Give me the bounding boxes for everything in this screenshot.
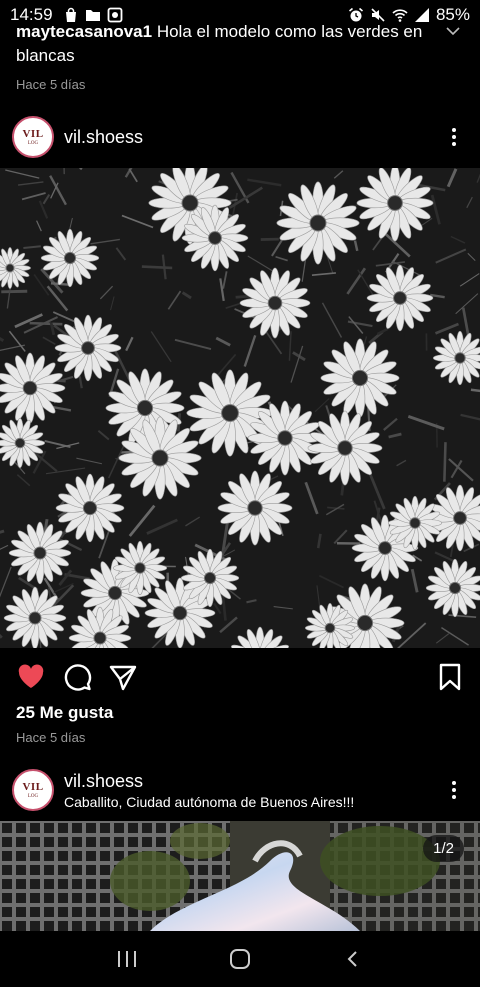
daisy [118,416,202,500]
comment-timestamp: Hace 5 días [16,77,86,92]
heart-icon[interactable] [16,662,46,692]
daisy [387,495,443,551]
daisy [247,400,323,476]
daisy [307,410,383,486]
share-icon[interactable] [108,662,138,692]
system-nav-bar [0,931,480,987]
recent-apps-icon[interactable] [107,939,147,979]
daisy-photo [0,168,480,648]
post-header-2: VIL LOG vil.shoess Caballito, Ciudad aut… [0,764,480,816]
home-icon[interactable] [220,939,260,979]
post-image-2[interactable]: 1/2 [0,821,480,931]
like-count[interactable]: 25 Me gusta [16,703,113,723]
avatar[interactable]: VIL LOG [12,116,54,158]
daisy [112,540,168,596]
image-counter: 1/2 [423,835,464,862]
comment-username[interactable]: maytecasanova1 [16,22,152,41]
post-image[interactable] [0,168,480,648]
post-timestamp: Hace 5 días [16,730,86,745]
post-actions [0,656,480,696]
post-location[interactable]: Caballito, Ciudad autónoma de Buenos Air… [64,794,354,810]
shoe-photo [0,821,480,931]
daisy [181,204,249,272]
more-options-icon[interactable] [444,124,464,150]
daisy [217,470,293,546]
post-header: VIL LOG vil.shoess [0,111,480,163]
daisy [54,314,122,382]
post-username[interactable]: vil.shoess [64,127,143,148]
avatar[interactable]: VIL LOG [12,769,54,811]
daisy [180,548,240,608]
daisy [276,181,360,265]
daisy [3,586,67,648]
comment-icon[interactable] [62,662,92,692]
daisy [320,338,400,418]
daisy [239,267,311,339]
daisy [40,228,100,288]
back-icon[interactable] [333,939,373,979]
daisy [8,521,72,585]
chevron-down-icon[interactable] [444,22,462,40]
daisy [55,473,125,543]
bookmark-icon[interactable] [435,662,465,692]
comment: maytecasanova1 Hola el modelo como las v… [16,20,446,68]
daisy [356,168,434,242]
daisy [425,558,480,618]
more-options-icon[interactable] [444,777,464,803]
post-username[interactable]: vil.shoess [64,771,354,792]
daisy [366,264,434,332]
